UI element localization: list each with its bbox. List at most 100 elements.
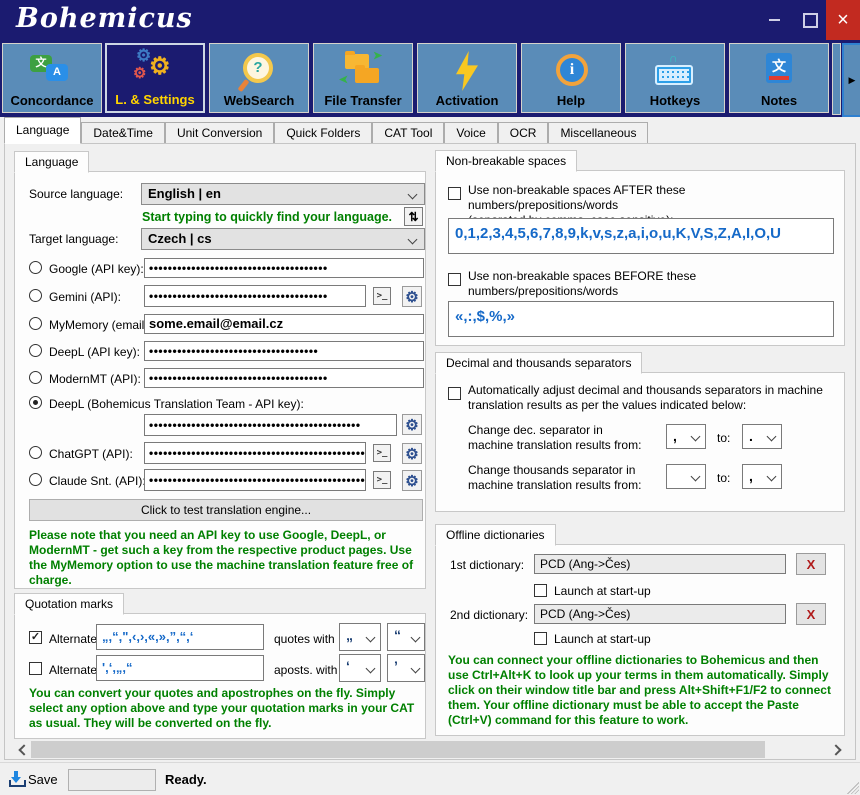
close-button[interactable]: × bbox=[826, 0, 860, 40]
gemini-radio[interactable] bbox=[29, 289, 42, 302]
save-button[interactable]: Save bbox=[28, 772, 58, 787]
toolbar-button-concordance[interactable]: 文 A Concordance bbox=[2, 43, 102, 113]
quotes-open-select[interactable]: „ bbox=[339, 623, 381, 651]
aposts-alternate-checkbox[interactable] bbox=[29, 662, 42, 675]
chatgpt-radio[interactable] bbox=[29, 446, 42, 459]
language-group-tab[interactable]: Language bbox=[14, 151, 89, 173]
toolbar-button-hotkeys[interactable]: ∩ Hotkeys bbox=[625, 43, 725, 113]
nbs-after-checkbox[interactable] bbox=[448, 187, 461, 200]
tab-ocr[interactable]: OCR bbox=[498, 122, 549, 144]
decimal-to-select[interactable]: . bbox=[742, 424, 782, 449]
bohemicus-api-key-field[interactable]: ••••••••••••••••••••••••••••••••••••••••… bbox=[144, 414, 397, 436]
transfer-arrow-icon: ➤ bbox=[339, 73, 348, 86]
save-arrow-shape bbox=[14, 771, 18, 778]
test-engine-button[interactable]: Click to test translation engine... bbox=[29, 499, 423, 521]
horizontal-scrollbar[interactable] bbox=[14, 741, 846, 758]
toolbar-button-websearch[interactable]: ? WebSearch bbox=[209, 43, 309, 113]
claude-settings-button[interactable]: ⚙ bbox=[402, 470, 422, 491]
quotation-note: You can convert your quotes and apostrop… bbox=[29, 686, 421, 731]
transfer-arrow-icon: ➤ bbox=[373, 49, 382, 62]
toolbar-clipped-button[interactable] bbox=[832, 43, 841, 115]
modernmt-radio[interactable] bbox=[29, 371, 42, 384]
first-dictionary-field[interactable]: PCD (Ang->Čes) bbox=[534, 554, 786, 574]
tab-language[interactable]: Language bbox=[4, 117, 81, 144]
chatgpt-settings-button[interactable]: ⚙ bbox=[402, 443, 422, 464]
google-api-key-field[interactable]: •••••••••••••••••••••••••••••••••••••• bbox=[144, 258, 424, 278]
separators-group-tab[interactable]: Decimal and thousands separators bbox=[435, 352, 642, 374]
mymemory-radio[interactable] bbox=[29, 317, 42, 330]
auto-adjust-checkbox[interactable] bbox=[448, 387, 461, 400]
swap-languages-button[interactable]: ⇅ bbox=[404, 207, 423, 226]
gemini-api-key-field[interactable]: •••••••••••••••••••••••••••••••••••••• bbox=[144, 285, 366, 307]
toolbar-button-help[interactable]: i Help bbox=[521, 43, 621, 113]
deepl-radio[interactable] bbox=[29, 344, 42, 357]
target-language-combobox[interactable]: Czech | cs bbox=[141, 228, 425, 250]
minimize-icon bbox=[769, 19, 780, 21]
second-launch-checkbox[interactable] bbox=[534, 632, 547, 645]
claude-radio[interactable] bbox=[29, 473, 42, 486]
toolbar-button-notes[interactable]: 文 Notes bbox=[729, 43, 829, 113]
tab-miscellaneous[interactable]: Miscellaneous bbox=[548, 122, 648, 144]
second-dictionary-field[interactable]: PCD (Ang->Čes) bbox=[534, 604, 786, 624]
first-launch-checkbox[interactable] bbox=[534, 584, 547, 597]
dictionaries-group-tab[interactable]: Offline dictionaries bbox=[435, 524, 556, 546]
keyboard-icon: ∩ bbox=[647, 51, 703, 93]
quotes-close-select[interactable]: “ bbox=[387, 623, 425, 651]
minimize-button[interactable] bbox=[756, 0, 792, 40]
mymemory-email-field[interactable]: some.email@email.cz bbox=[144, 314, 424, 334]
first-dictionary-remove-button[interactable]: X bbox=[796, 553, 826, 575]
decimal-from-select[interactable]: , bbox=[666, 424, 706, 449]
chatgpt-console-button[interactable]: >_ bbox=[373, 444, 391, 462]
second-dictionary-remove-button[interactable]: X bbox=[796, 603, 826, 625]
toolbar-more-button[interactable]: ▶ bbox=[842, 43, 860, 117]
tab-voice[interactable]: Voice bbox=[444, 122, 497, 144]
resize-grip[interactable] bbox=[847, 782, 859, 794]
scrollbar-thumb[interactable] bbox=[31, 741, 765, 758]
chevron-down-icon bbox=[411, 664, 421, 674]
quotes-chars-field[interactable]: „,“,",‹,›,«,»,”,“,‘ bbox=[96, 624, 264, 650]
status-text: Ready. bbox=[165, 772, 207, 787]
aposts-open-select[interactable]: ‘ bbox=[339, 654, 381, 682]
scroll-right-button[interactable] bbox=[829, 741, 846, 758]
tab-quick-folders[interactable]: Quick Folders bbox=[274, 122, 372, 144]
tab-date-time[interactable]: Date&Time bbox=[81, 122, 165, 144]
nbs-before-field[interactable]: «,:,$,%,» bbox=[448, 301, 834, 337]
claude-console-button[interactable]: >_ bbox=[373, 471, 391, 489]
bohemicus-radio[interactable] bbox=[29, 396, 42, 409]
aposts-chars-field[interactable]: ',‘,„,“ bbox=[96, 655, 264, 681]
deepl-api-key-field[interactable]: •••••••••••••••••••••••••••••••••••• bbox=[144, 341, 424, 361]
bohemicus-label: DeepL (Bohemicus Translation Team - API … bbox=[49, 397, 304, 411]
toolbar-label: Notes bbox=[761, 93, 797, 108]
chevron-down-icon bbox=[691, 432, 701, 442]
google-radio[interactable] bbox=[29, 261, 42, 274]
nbs-group-tab[interactable]: Non-breakable spaces bbox=[435, 150, 577, 172]
maximize-button[interactable] bbox=[792, 0, 828, 40]
lens-icon: ? bbox=[243, 53, 273, 83]
nbs-after-field[interactable]: 0,1,2,3,4,5,6,7,8,9,k,v,s,z,a,i,o,u,K,V,… bbox=[448, 218, 834, 254]
console-icon: >_ bbox=[377, 448, 388, 458]
save-tray-shape bbox=[9, 780, 26, 787]
chatgpt-api-key-field[interactable]: ••••••••••••••••••••••••••••••••••••••••… bbox=[144, 442, 366, 464]
scroll-right-icon bbox=[830, 744, 841, 755]
quotes-alternate-checkbox[interactable]: ✓ bbox=[29, 631, 42, 644]
info-circle-icon: i bbox=[543, 51, 599, 93]
toolbar-button-settings[interactable]: ⚙ ⚙ ⚙ L. & Settings bbox=[105, 43, 205, 113]
main-toolbar: 文 A Concordance ⚙ ⚙ ⚙ L. & Settings ? We… bbox=[0, 40, 860, 117]
quotation-group-tab[interactable]: Quotation marks bbox=[14, 593, 124, 615]
thousands-to-select[interactable]: , bbox=[742, 464, 782, 489]
thousands-from-select[interactable] bbox=[666, 464, 706, 489]
scroll-left-button[interactable] bbox=[14, 741, 31, 758]
tab-unit-conversion[interactable]: Unit Conversion bbox=[165, 122, 274, 144]
gemini-console-button[interactable]: >_ bbox=[373, 287, 391, 305]
toolbar-button-filetransfer[interactable]: ➤ ➤ File Transfer bbox=[313, 43, 413, 113]
bohemicus-settings-button[interactable]: ⚙ bbox=[402, 414, 422, 435]
tab-cat-tool[interactable]: CAT Tool bbox=[372, 122, 444, 144]
gemini-settings-button[interactable]: ⚙ bbox=[402, 286, 422, 307]
aposts-close-select[interactable]: ’ bbox=[387, 654, 425, 682]
source-language-combobox[interactable]: English | en bbox=[141, 183, 425, 205]
claude-api-key-field[interactable]: ••••••••••••••••••••••••••••••••••••••••… bbox=[144, 469, 366, 491]
nbs-before-checkbox[interactable] bbox=[448, 273, 461, 286]
modernmt-api-key-field[interactable]: •••••••••••••••••••••••••••••••••••••• bbox=[144, 368, 424, 388]
thousands-separator-row: Change thousands separator in machine tr… bbox=[436, 461, 846, 493]
toolbar-button-activation[interactable]: Activation bbox=[417, 43, 517, 113]
